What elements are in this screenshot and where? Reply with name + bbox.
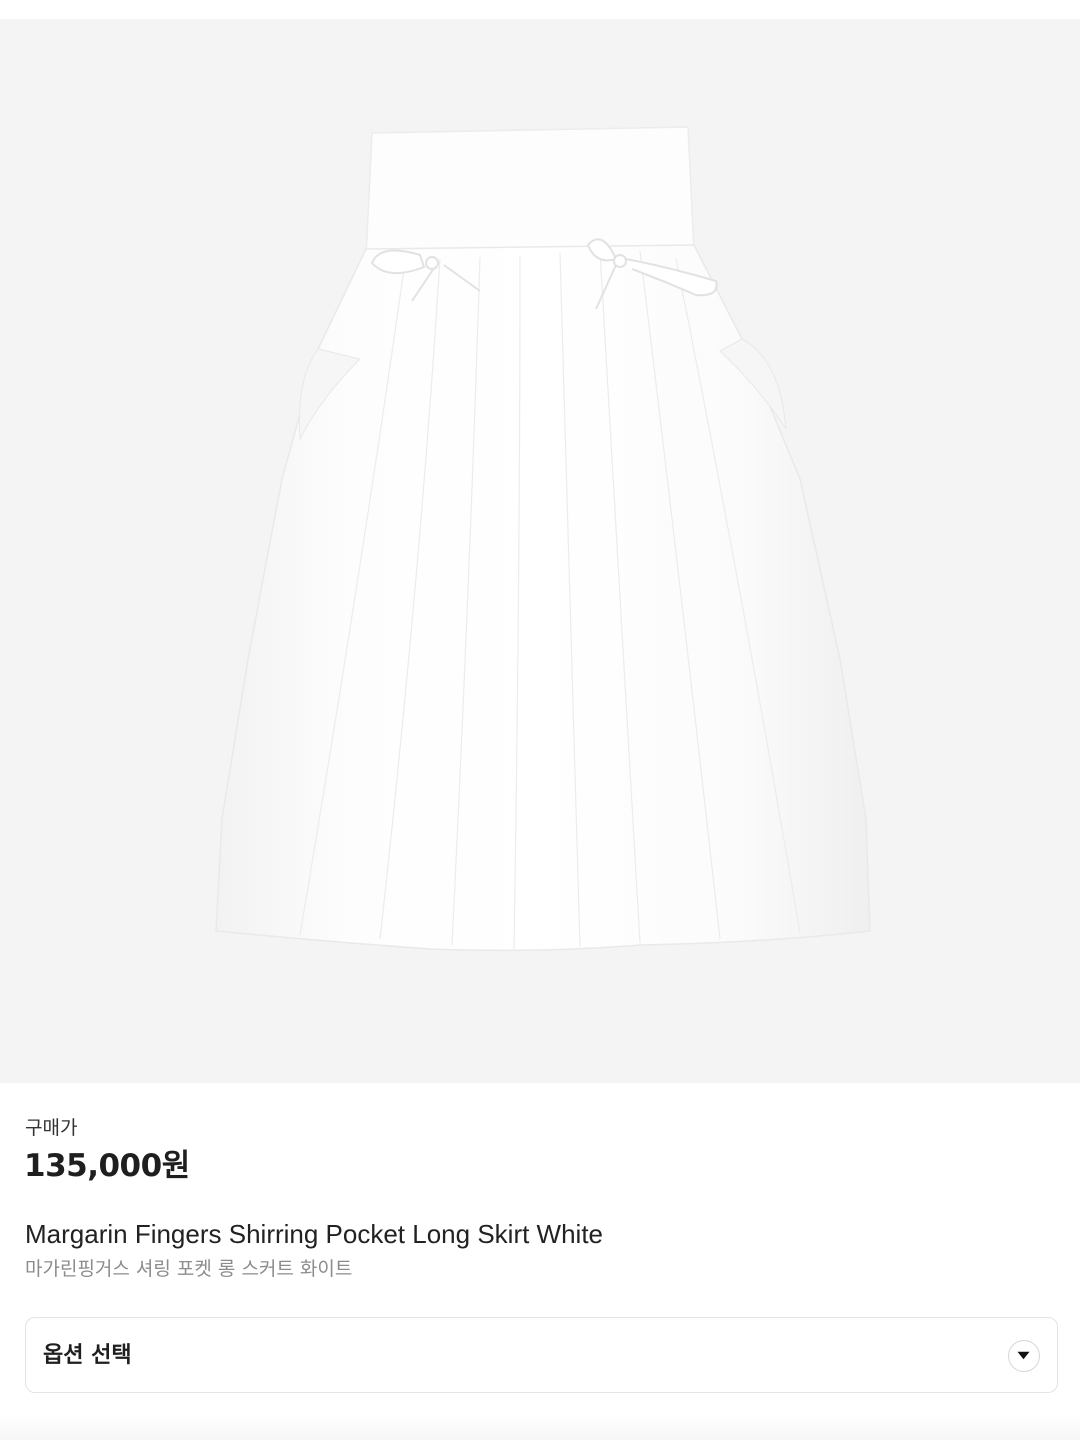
skirt-illustration <box>215 126 871 952</box>
price-value: 135,000원 <box>24 1148 190 1184</box>
option-select-dropdown[interactable]: 옵션 선택 <box>25 1317 1058 1393</box>
price-label: 구매가 <box>25 1117 78 1139</box>
top-bar <box>0 0 1080 19</box>
product-page: 구매가 135,000원 Margarin Fingers Shirring P… <box>0 0 1080 1440</box>
product-name: Margarin Fingers Shirring Pocket Long Sk… <box>25 1219 604 1249</box>
chevron-down-icon[interactable] <box>1008 1340 1040 1372</box>
product-image[interactable] <box>0 19 1080 1083</box>
product-name-korean: 마가린핑거스 셔링 포켓 롱 스커트 화이트 <box>25 1258 353 1280</box>
option-select-label: 옵션 선택 <box>43 1343 132 1368</box>
bottom-divider <box>0 1415 1080 1440</box>
